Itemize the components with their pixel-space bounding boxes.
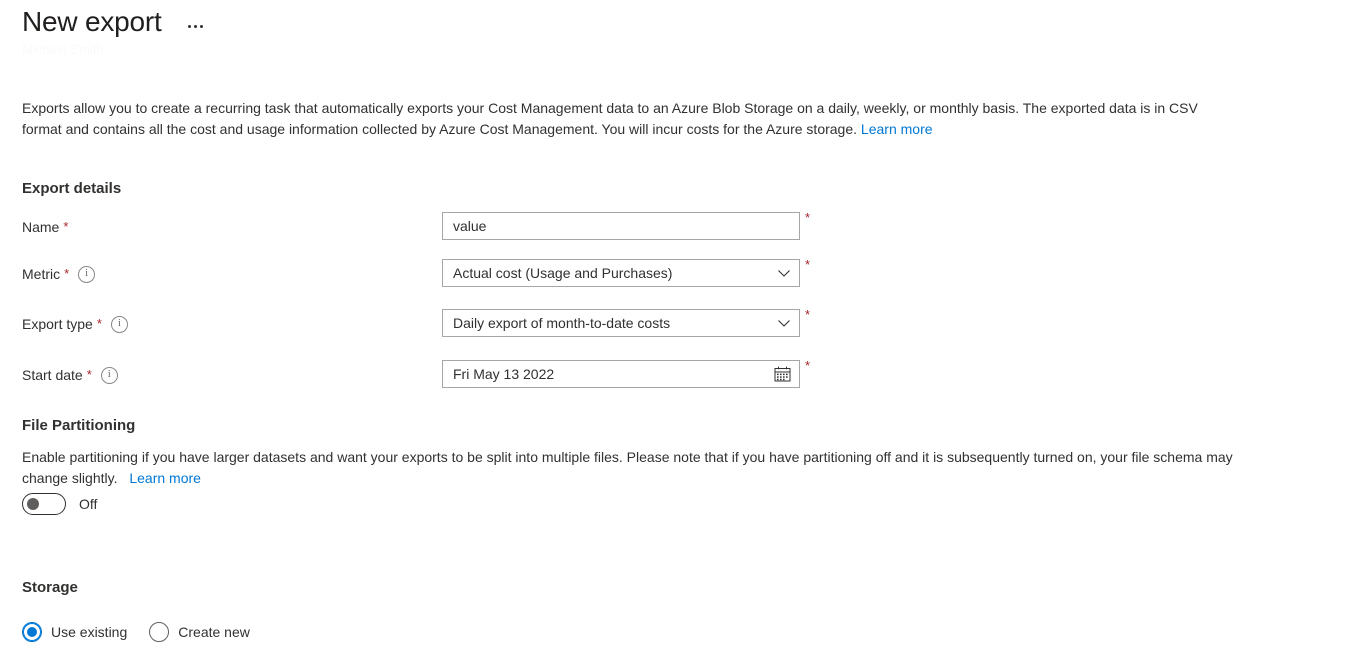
- file-partitioning-description-text: Enable partitioning if you have larger d…: [22, 449, 1233, 486]
- file-partitioning-toggle[interactable]: [22, 493, 66, 515]
- new-export-page: New export Michael Smith Exports allow y…: [0, 0, 1362, 663]
- intro-description: Exports allow you to create a recurring …: [22, 98, 1237, 140]
- toggle-knob: [27, 498, 39, 510]
- chevron-down-icon: [777, 266, 791, 280]
- export-type-dropdown-value: Daily export of month-to-date costs: [453, 315, 671, 331]
- page-title: New export: [22, 6, 162, 37]
- required-asterisk: *: [64, 266, 70, 281]
- field-required-asterisk: *: [805, 257, 811, 272]
- field-wrap-start-date: Fri May 13 2022 *: [442, 358, 811, 388]
- info-icon[interactable]: i: [100, 366, 118, 384]
- required-asterisk: *: [96, 316, 102, 331]
- label-export-type-text: Export type: [22, 316, 93, 332]
- start-date-input[interactable]: Fri May 13 2022: [442, 360, 800, 388]
- metric-dropdown-value: Actual cost (Usage and Purchases): [453, 265, 673, 281]
- file-partitioning-toggle-row: Off: [22, 493, 97, 515]
- intro-text: Exports allow you to create a recurring …: [22, 100, 1198, 137]
- file-partitioning-description: Enable partitioning if you have larger d…: [22, 447, 1237, 489]
- name-input[interactable]: value: [442, 212, 800, 240]
- info-icon[interactable]: i: [78, 265, 96, 283]
- name-input-value: value: [453, 218, 487, 234]
- radio-inner-dot: [154, 627, 164, 637]
- form-row-export-type: Export type * i Daily export of month-to…: [22, 307, 822, 339]
- radio-icon: [149, 622, 170, 642]
- form-row-start-date: Start date * i Fri May 13 2022 *: [22, 358, 822, 390]
- storage-radio-group: Use existing Create new: [22, 622, 272, 642]
- field-required-asterisk: *: [805, 307, 811, 322]
- export-details-heading: Export details: [22, 180, 122, 197]
- export-type-dropdown[interactable]: Daily export of month-to-date costs: [442, 309, 800, 337]
- file-partitioning-learn-more-link[interactable]: Learn more: [129, 470, 201, 486]
- radio-icon: [22, 622, 42, 642]
- field-required-asterisk: *: [805, 358, 811, 373]
- label-name: Name *: [22, 212, 68, 242]
- radio-inner-dot: [27, 627, 37, 637]
- storage-heading: Storage: [22, 579, 78, 596]
- field-wrap-name: value *: [442, 210, 811, 240]
- label-metric: Metric * i: [22, 259, 96, 289]
- storage-option-create-new-label: Create new: [178, 624, 250, 640]
- required-asterisk: *: [63, 219, 69, 234]
- ellipsis-dot: [187, 24, 191, 28]
- storage-option-use-existing[interactable]: Use existing: [22, 622, 127, 642]
- field-wrap-export-type: Daily export of month-to-date costs *: [442, 307, 811, 337]
- title-row: New export: [22, 4, 1222, 40]
- label-metric-text: Metric: [22, 266, 61, 282]
- metric-dropdown[interactable]: Actual cost (Usage and Purchases): [442, 259, 800, 287]
- file-partitioning-toggle-state: Off: [79, 496, 98, 512]
- field-required-asterisk: *: [805, 210, 811, 225]
- info-icon[interactable]: i: [110, 315, 128, 333]
- ellipsis-dot: [199, 24, 203, 28]
- required-asterisk: *: [86, 367, 92, 382]
- field-wrap-metric: Actual cost (Usage and Purchases) *: [442, 257, 811, 287]
- calendar-icon[interactable]: [774, 366, 791, 382]
- page-header: New export Michael Smith: [22, 4, 1222, 59]
- label-start-date-text: Start date: [22, 367, 83, 383]
- ellipsis-dot: [193, 24, 197, 28]
- form-row-name: Name * value *: [22, 210, 822, 242]
- form-row-metric: Metric * i Actual cost (Usage and Purcha…: [22, 257, 822, 289]
- storage-option-create-new[interactable]: Create new: [149, 622, 250, 642]
- chevron-down-icon: [777, 316, 791, 330]
- more-options-icon[interactable]: [186, 21, 205, 32]
- label-name-text: Name: [22, 219, 60, 235]
- page-subtitle: Michael Smith: [22, 42, 104, 57]
- start-date-input-value: Fri May 13 2022: [453, 366, 555, 382]
- storage-option-use-existing-label: Use existing: [51, 624, 128, 640]
- intro-learn-more-link[interactable]: Learn more: [861, 121, 933, 137]
- label-export-type: Export type * i: [22, 309, 128, 339]
- label-start-date: Start date * i: [22, 360, 118, 390]
- file-partitioning-heading: File Partitioning: [22, 417, 136, 434]
